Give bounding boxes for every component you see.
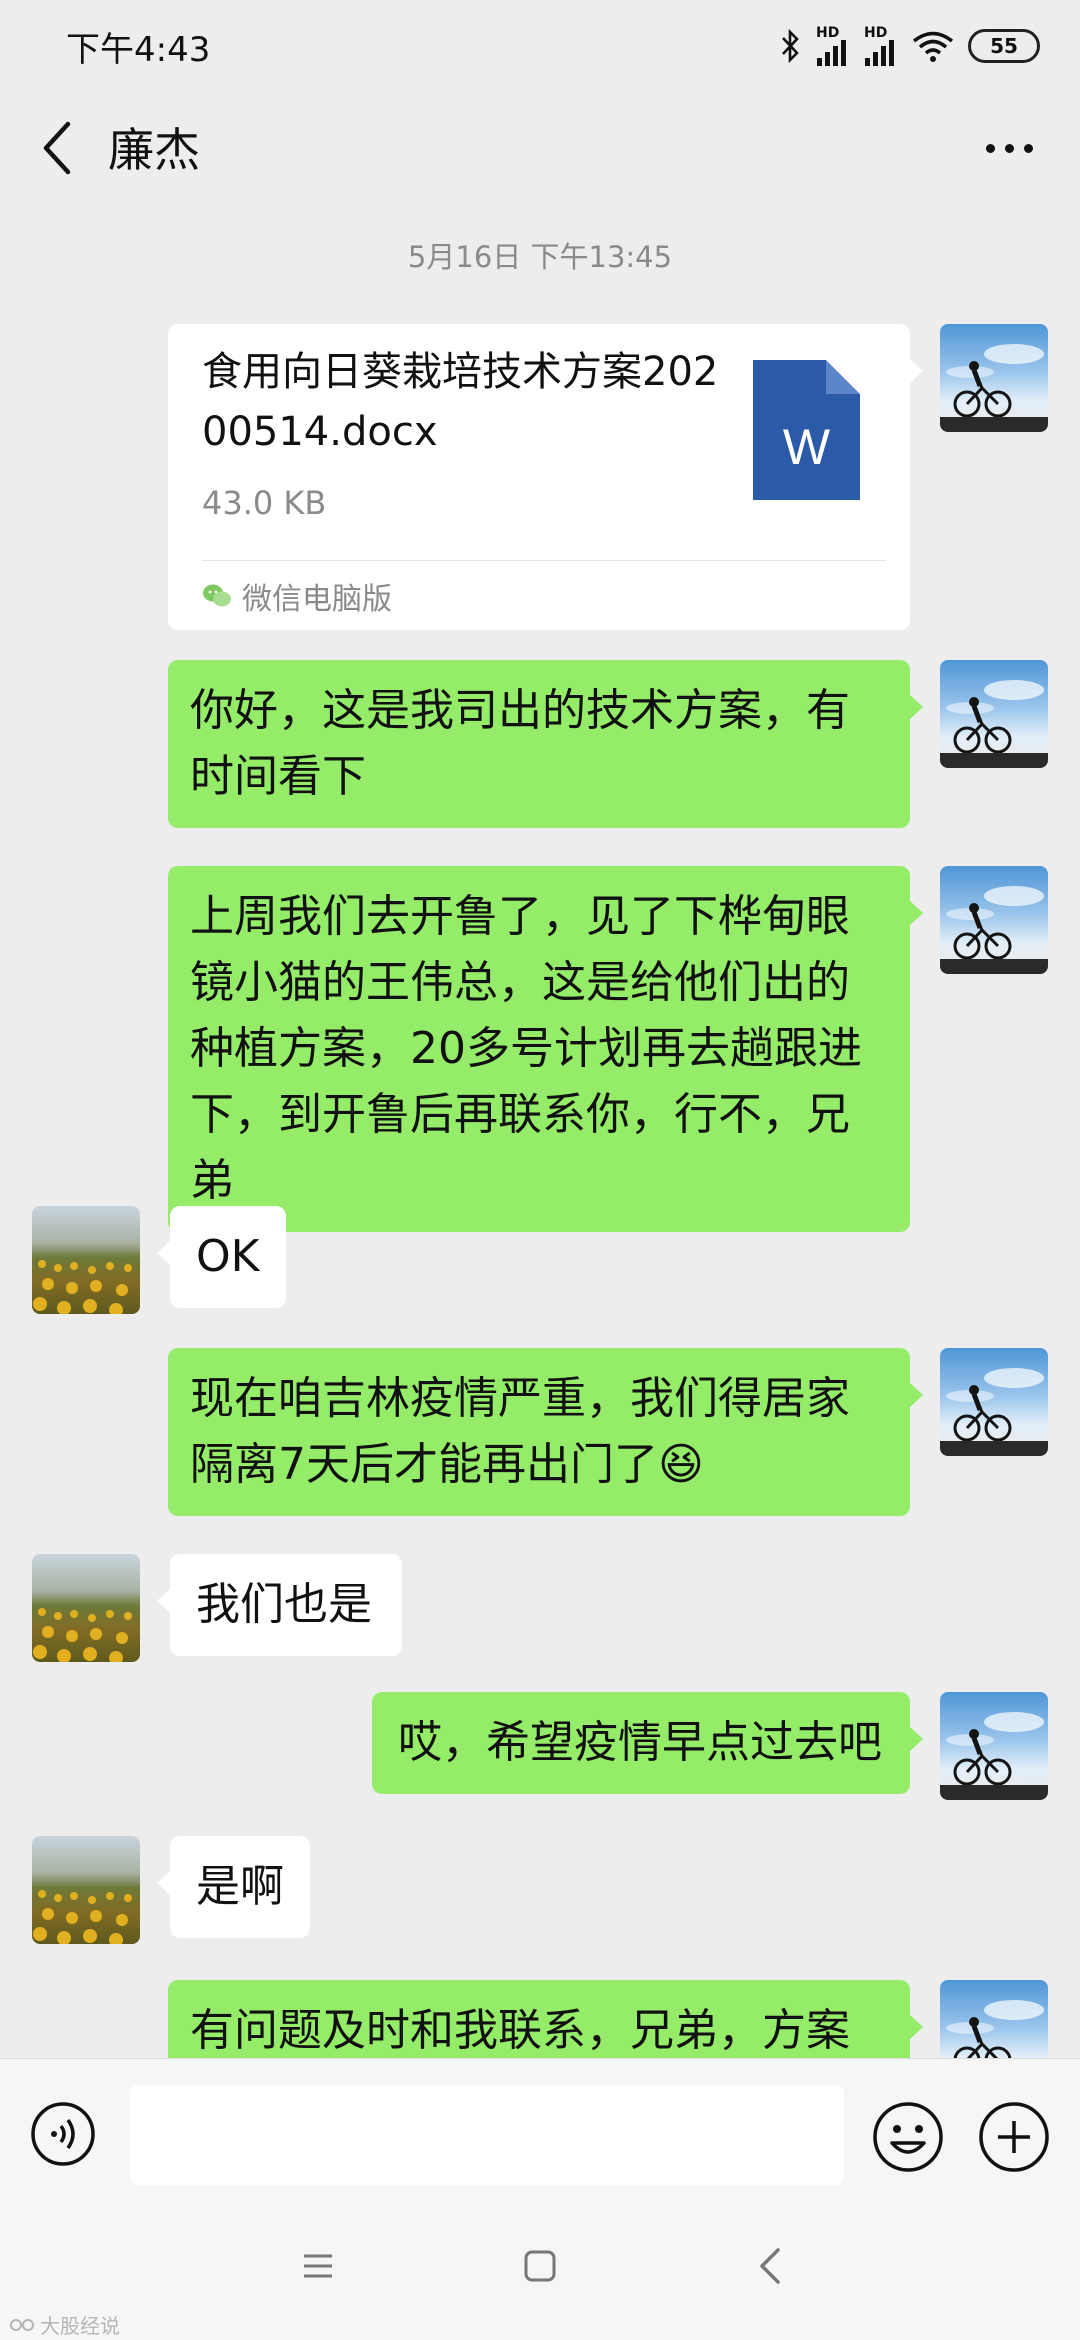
message-text: 有问题及时和我联系，兄弟，方案中 bbox=[190, 2005, 850, 2056]
my-avatar[interactable] bbox=[940, 660, 1048, 768]
contact-avatar[interactable] bbox=[32, 1554, 140, 1662]
message-text: 上周我们去开鲁了，见了下桦甸眼镜小猫的王伟总，这是给他们出的种植方案，20多号计… bbox=[190, 891, 862, 1206]
file-source: 微信电脑版 bbox=[202, 574, 392, 618]
file-message-card[interactable]: 食用向日葵栽培技术方案20200514.docx 43.0 KB W 微信电脑版 bbox=[168, 324, 923, 630]
message-text: OK bbox=[196, 1231, 260, 1282]
system-nav-bar: 大股经说 bbox=[0, 2208, 1080, 2340]
sent-message-bubble[interactable]: 现在咱吉林疫情严重，我们得居家隔离7天后才能再出门了😆 bbox=[168, 1348, 923, 1516]
voice-input-icon[interactable] bbox=[30, 2101, 96, 2167]
chat-header: 廉杰 bbox=[0, 92, 1080, 204]
wifi-icon bbox=[912, 31, 954, 62]
watermark: 大股经说 bbox=[10, 2310, 120, 2339]
plus-icon[interactable] bbox=[978, 2101, 1050, 2173]
chat-message-list[interactable]: 5月16日 下午13:45 食用向日葵栽培技术方案20200514.docx 4… bbox=[0, 204, 1080, 2058]
file-name: 食用向日葵栽培技术方案20200514.docx bbox=[202, 349, 719, 455]
home-square-icon[interactable] bbox=[522, 2248, 558, 2284]
my-avatar[interactable] bbox=[940, 324, 1048, 432]
received-message-bubble[interactable]: OK bbox=[157, 1206, 286, 1308]
my-avatar[interactable] bbox=[940, 1348, 1048, 1456]
wechat-logo-icon bbox=[203, 584, 231, 607]
signal-2-icon: HD bbox=[864, 26, 898, 66]
message-text: 你好，这是我司出的技术方案，有时间看下 bbox=[190, 685, 850, 802]
back-chevron-icon[interactable] bbox=[34, 116, 78, 180]
watermark-logo-icon bbox=[10, 2318, 34, 2331]
emoji-icon[interactable] bbox=[872, 2101, 944, 2173]
contact-avatar[interactable] bbox=[32, 1836, 140, 1944]
recents-menu-icon[interactable] bbox=[300, 2248, 336, 2284]
message-text: 是啊 bbox=[196, 1861, 284, 1912]
sent-message-bubble[interactable]: 你好，这是我司出的技术方案，有时间看下 bbox=[168, 660, 923, 828]
chat-title: 廉杰 bbox=[108, 123, 200, 177]
message-input-bar bbox=[0, 2058, 1080, 2209]
file-size: 43.0 KB bbox=[202, 484, 327, 522]
contact-avatar[interactable] bbox=[32, 1206, 140, 1314]
received-message-bubble[interactable]: 是啊 bbox=[157, 1836, 310, 1938]
more-options-icon[interactable] bbox=[974, 116, 1044, 180]
battery-icon: 55 bbox=[968, 29, 1040, 63]
message-input[interactable] bbox=[130, 2085, 844, 2185]
my-avatar[interactable] bbox=[940, 1692, 1048, 1800]
message-text: 哎，希望疫情早点过去吧 bbox=[398, 1717, 882, 1768]
my-avatar[interactable] bbox=[940, 1980, 1048, 2058]
my-avatar[interactable] bbox=[940, 866, 1048, 974]
status-bar: 下午4:43 HD HD 55 bbox=[0, 0, 1080, 92]
sent-message-bubble[interactable]: 哎，希望疫情早点过去吧 bbox=[372, 1692, 923, 1794]
received-message-bubble[interactable]: 我们也是 bbox=[157, 1554, 402, 1656]
message-text: 我们也是 bbox=[196, 1579, 372, 1630]
divider bbox=[202, 560, 886, 561]
message-text: 现在咱吉林疫情严重，我们得居家隔离7天后才能再出门了😆 bbox=[190, 1373, 850, 1490]
sent-message-bubble[interactable]: 上周我们去开鲁了，见了下桦甸眼镜小猫的王伟总，这是给他们出的种植方案，20多号计… bbox=[168, 866, 923, 1232]
sent-message-bubble[interactable]: 有问题及时和我联系，兄弟，方案中 bbox=[168, 1980, 923, 2058]
signal-1-icon: HD bbox=[816, 26, 850, 66]
word-document-icon: W bbox=[753, 360, 860, 500]
nav-back-icon[interactable] bbox=[752, 2244, 788, 2288]
status-time: 下午4:43 bbox=[66, 30, 211, 70]
status-icons: HD HD 55 bbox=[780, 22, 1040, 70]
message-timestamp: 5月16日 下午13:45 bbox=[407, 240, 673, 274]
bluetooth-icon bbox=[782, 29, 799, 63]
